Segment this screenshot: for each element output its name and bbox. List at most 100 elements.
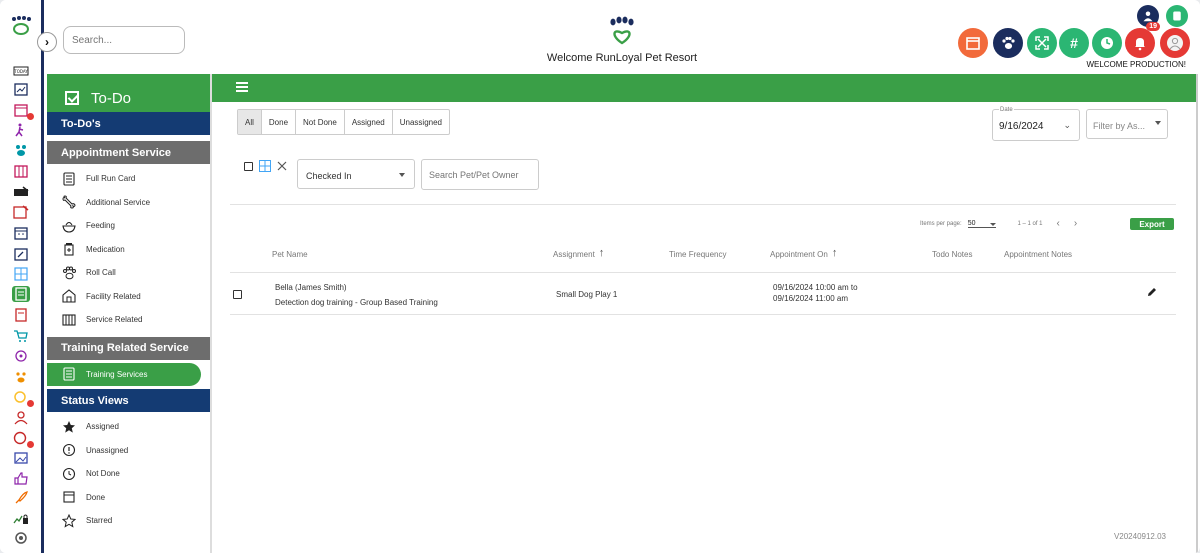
cart-icon[interactable] <box>12 328 30 344</box>
menu-item-assigned[interactable]: Assigned <box>47 415 210 439</box>
paw-logo-icon <box>610 16 634 45</box>
menu-item-additional-service[interactable]: Additional Service <box>47 191 210 215</box>
calendar-rail-icon[interactable] <box>12 102 34 120</box>
tab-unassigned[interactable]: Unassigned <box>393 110 449 134</box>
date-value: 9/16/2024 <box>999 121 1044 132</box>
paw-icon <box>1002 36 1015 49</box>
coin-icon[interactable] <box>12 389 34 407</box>
page-range: 1 – 1 of 1 <box>1017 220 1043 227</box>
profile-avatar[interactable] <box>1160 28 1190 58</box>
todo-rail-icon[interactable] <box>12 286 30 302</box>
col-assignment[interactable]: Assignment ↑ <box>553 247 604 260</box>
sidebar-toggle-button[interactable]: › <box>37 32 57 52</box>
pet-icon[interactable] <box>12 348 30 364</box>
svg-text:TODAY: TODAY <box>13 69 28 74</box>
next-page-icon[interactable]: › <box>1074 218 1077 229</box>
col-appointment-on[interactable]: Appointment On ↑ <box>770 246 838 260</box>
global-search-input[interactable] <box>63 26 185 54</box>
divider <box>230 204 1176 205</box>
tab-assigned[interactable]: Assigned <box>345 110 393 134</box>
items-per-page-select[interactable]: 50 <box>967 220 996 228</box>
select-all-checkbox[interactable] <box>244 161 253 171</box>
medication-icon <box>61 242 77 256</box>
scrollbar[interactable] <box>1196 74 1198 553</box>
paginator: Items per page: 50 1 – 1 of 1 ‹ › <box>920 218 1077 229</box>
calendar-edit-icon[interactable] <box>12 246 30 262</box>
hash-button[interactable]: # <box>1059 28 1089 58</box>
menu-item-service-related[interactable]: Service Related <box>47 308 210 332</box>
row-checkbox[interactable] <box>233 290 242 299</box>
welcome-text: Welcome RunLoyal Pet Resort <box>546 52 698 64</box>
user-icon[interactable] <box>12 410 30 426</box>
fullscreen-button[interactable] <box>1027 28 1057 58</box>
menu-item-not-done[interactable]: Not Done <box>47 462 210 486</box>
clock-icon <box>1101 37 1113 49</box>
previous-page-icon[interactable]: ‹ <box>1057 218 1060 229</box>
notifications-button[interactable]: 19 <box>1125 22 1160 58</box>
chevron-down-icon: ⌄ <box>1063 120 1071 130</box>
assignment-cell: Small Dog Play 1 <box>556 290 618 299</box>
section-appointment-service[interactable]: Appointment Service <box>47 141 210 164</box>
menu-item-starred[interactable]: Starred <box>47 509 210 533</box>
clock-button[interactable] <box>1092 28 1122 58</box>
menu-item-done[interactable]: Done <box>47 486 210 510</box>
bone-icon <box>61 195 77 209</box>
edit-pencil-icon[interactable] <box>1146 286 1158 298</box>
pets-button[interactable] <box>993 28 1023 58</box>
col-pet-name: Pet Name <box>272 250 308 259</box>
today-icon[interactable]: TODAY <box>12 63 30 79</box>
menu-icon[interactable] <box>236 82 248 94</box>
menu-item-facility-related[interactable]: Facility Related <box>47 285 210 309</box>
phone-icon[interactable] <box>1166 5 1188 27</box>
export-button[interactable]: Export <box>1130 218 1174 230</box>
thumbs-up-icon[interactable] <box>12 470 30 486</box>
chat-icon[interactable] <box>12 430 34 448</box>
appointment-end-cell: 09/16/2024 11:00 am <box>773 294 849 303</box>
analytics-lock-icon[interactable] <box>12 510 30 526</box>
hash-icon: # <box>1070 35 1078 51</box>
filter-by-assignment-select[interactable]: Filter by As... <box>1086 109 1168 139</box>
header-divider <box>230 272 1176 273</box>
document-icon[interactable] <box>12 307 30 323</box>
sort-arrow-icon: ↑ <box>831 246 838 259</box>
settings-icon[interactable] <box>12 530 30 546</box>
grid-icon[interactable] <box>12 266 30 282</box>
gallery-icon[interactable] <box>12 450 30 466</box>
tab-done[interactable]: Done <box>262 110 297 134</box>
menu-item-roll-call[interactable]: Roll Call <box>47 261 210 285</box>
menu-item-feeding[interactable]: Feeding <box>47 214 210 238</box>
dashboard-icon[interactable] <box>12 82 30 98</box>
paw-rail-icon[interactable] <box>12 369 30 385</box>
facility-icon <box>61 289 77 303</box>
schedule-icon[interactable] <box>12 225 30 241</box>
menu-item-unassigned[interactable]: Unassigned <box>47 439 210 463</box>
table-row[interactable]: Bella (James Smith) Detection dog traini… <box>230 274 1176 314</box>
app-window: TODAY › Welcome RunLoya <box>0 0 1200 553</box>
rocket-icon[interactable] <box>12 490 30 506</box>
run-card-icon <box>61 172 77 186</box>
checkin-status-select[interactable]: Checked In <box>297 159 415 189</box>
brand: Welcome RunLoyal Pet Resort <box>527 16 717 64</box>
tab-all[interactable]: All <box>238 110 262 134</box>
tab-not-done[interactable]: Not Done <box>296 110 345 134</box>
grid-view-icon[interactable] <box>259 160 271 172</box>
pet-name-cell: Bella (James Smith) <box>275 283 347 292</box>
report-icon[interactable] <box>12 204 30 220</box>
menu-item-training-services[interactable]: Training Services <box>47 362 201 386</box>
pet-search-input[interactable] <box>421 159 539 190</box>
section-todos[interactable]: To-Do's <box>47 112 210 135</box>
walk-icon[interactable] <box>12 122 30 138</box>
calendar-outline-icon <box>61 490 77 504</box>
menu-item-full-run-card[interactable]: Full Run Card <box>47 167 210 191</box>
menu-item-medication[interactable]: Medication <box>47 238 210 262</box>
grooming-icon[interactable] <box>12 142 30 158</box>
date-picker[interactable]: Date 9/16/2024 ⌄ <box>992 107 1080 141</box>
training-rail-icon[interactable] <box>12 184 30 200</box>
section-status-views[interactable]: Status Views <box>47 389 210 412</box>
close-icon[interactable] <box>277 161 287 171</box>
star-outline-icon <box>61 513 77 528</box>
store-icon[interactable] <box>12 163 30 179</box>
section-training-related-service[interactable]: Training Related Service <box>47 336 210 360</box>
chevron-right-icon: › <box>45 35 49 49</box>
calendar-button[interactable] <box>958 28 988 58</box>
